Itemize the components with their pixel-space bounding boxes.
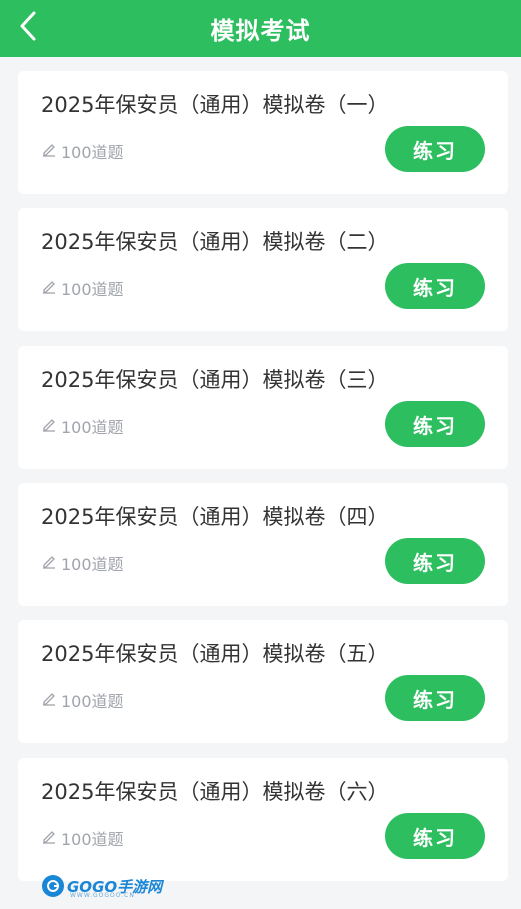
question-count-label: 100道题 — [61, 143, 124, 162]
question-count: 100道题 — [41, 551, 124, 575]
exam-card: 2025年保安员（通用）模拟卷（二） 100道题 练习 — [18, 208, 508, 331]
gamepad-icon — [42, 875, 64, 897]
chevron-left-icon — [18, 10, 38, 46]
question-count: 100道题 — [41, 826, 124, 850]
watermark-url: WWW.GOGOO.CN — [70, 892, 135, 899]
question-count: 100道题 — [41, 414, 124, 438]
question-count: 100道题 — [41, 139, 124, 163]
question-count: 100道题 — [41, 276, 124, 300]
watermark-logo: GOGO手游网 WWW.GOGOO.CN — [42, 875, 162, 899]
page-title: 模拟考试 — [210, 17, 311, 45]
top-bar: 模拟考试 — [0, 0, 521, 57]
practice-button[interactable]: 练习 — [385, 813, 485, 859]
exam-card: 2025年保安员（通用）模拟卷（三） 100道题 练习 — [18, 346, 508, 469]
question-count-label: 100道题 — [61, 418, 124, 437]
exam-title: 2025年保安员（通用）模拟卷（一） — [41, 93, 389, 117]
pencil-icon — [41, 278, 57, 298]
exam-title: 2025年保安员（通用）模拟卷（二） — [41, 230, 389, 254]
back-button[interactable] — [10, 10, 46, 46]
question-count-label: 100道题 — [61, 280, 124, 299]
practice-button[interactable]: 练习 — [385, 401, 485, 447]
pencil-icon — [41, 553, 57, 573]
exam-card: 2025年保安员（通用）模拟卷（六） 100道题 练习 — [18, 758, 508, 881]
pencil-icon — [41, 141, 57, 161]
question-count-label: 100道题 — [61, 692, 124, 711]
pencil-icon — [41, 690, 57, 710]
pencil-icon — [41, 828, 57, 848]
practice-button[interactable]: 练习 — [385, 263, 485, 309]
exam-title: 2025年保安员（通用）模拟卷（五） — [41, 642, 389, 666]
question-count: 100道题 — [41, 688, 124, 712]
exam-title: 2025年保安员（通用）模拟卷（三） — [41, 368, 389, 392]
exam-card: 2025年保安员（通用）模拟卷（四） 100道题 练习 — [18, 483, 508, 606]
question-count-label: 100道题 — [61, 555, 124, 574]
practice-button[interactable]: 练习 — [385, 538, 485, 584]
exam-card: 2025年保安员（通用）模拟卷（一） 100道题 练习 — [18, 71, 508, 194]
practice-button[interactable]: 练习 — [385, 675, 485, 721]
practice-button[interactable]: 练习 — [385, 126, 485, 172]
exam-card: 2025年保安员（通用）模拟卷（五） 100道题 练习 — [18, 620, 508, 743]
pencil-icon — [41, 416, 57, 436]
question-count-label: 100道题 — [61, 830, 124, 849]
exam-title: 2025年保安员（通用）模拟卷（六） — [41, 780, 389, 804]
exam-title: 2025年保安员（通用）模拟卷（四） — [41, 505, 389, 529]
